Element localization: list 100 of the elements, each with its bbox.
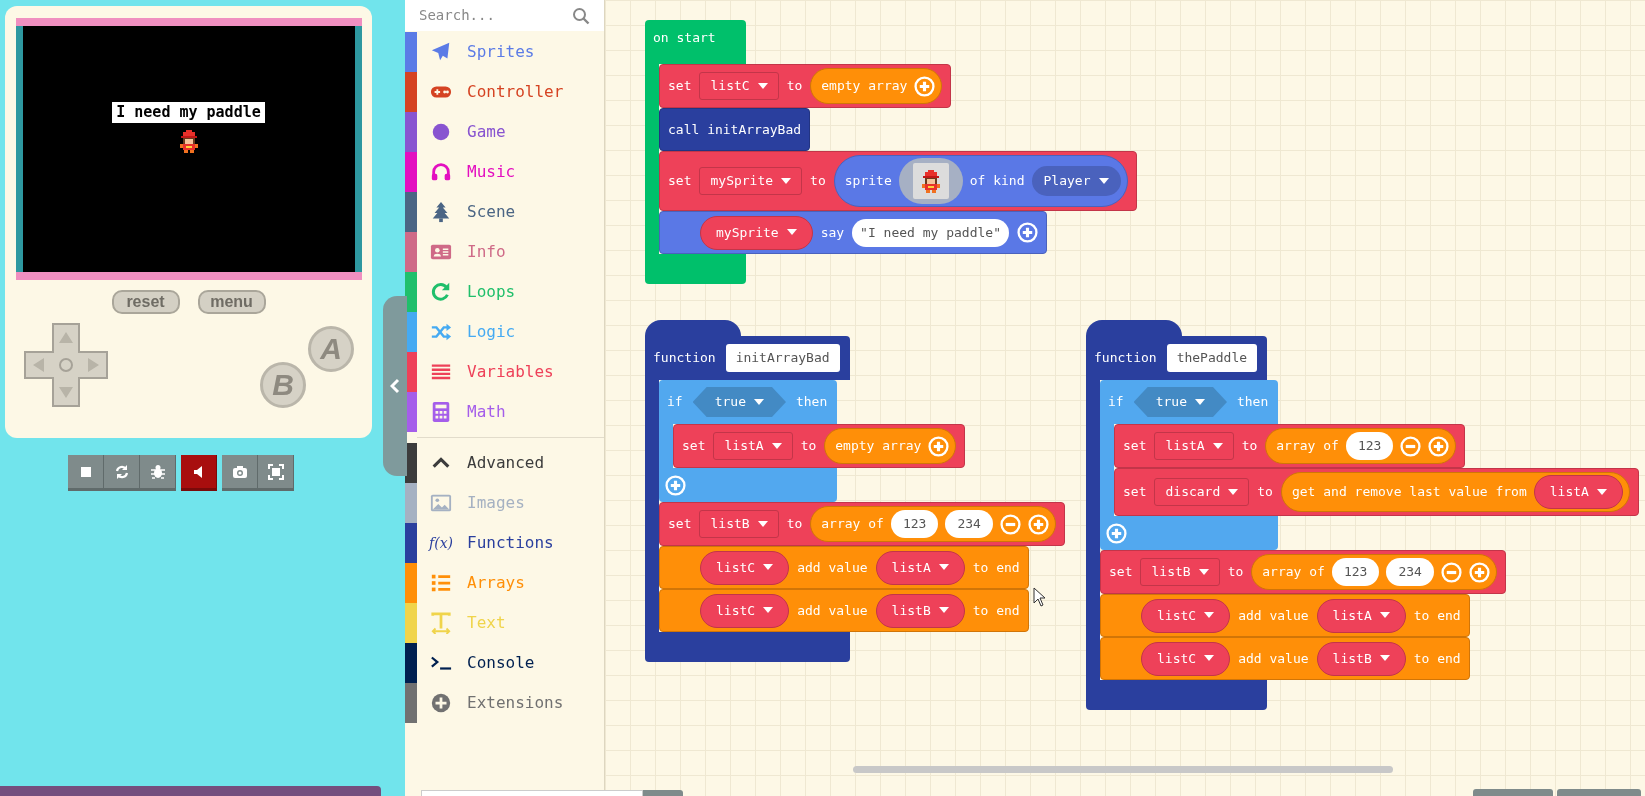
toolbox-category[interactable]: Loops (405, 272, 604, 312)
minus-icon[interactable] (1440, 561, 1462, 583)
variable-dropdown[interactable]: discard (1154, 478, 1250, 506)
a-button[interactable]: A (308, 326, 354, 372)
number-input[interactable]: 123 (1345, 432, 1394, 460)
toolbox-category[interactable]: Arrays (405, 563, 604, 603)
text-input[interactable]: "I need my paddle" (852, 218, 1009, 247)
circular-arrow-icon (430, 281, 452, 303)
toolbox-category[interactable]: Extensions (405, 683, 604, 723)
variable-dropdown[interactable]: listB (699, 510, 779, 538)
function-name-field[interactable]: thePaddle (1166, 344, 1258, 372)
toolbox-category[interactable]: Logic (405, 312, 604, 352)
toolbox-category[interactable]: Game (405, 112, 604, 152)
variable-reporter[interactable]: listC (700, 550, 790, 585)
plus-icon[interactable] (1017, 222, 1038, 243)
category-label: Controller (467, 81, 564, 103)
block-label: empty array (821, 77, 908, 96)
toolbox-category[interactable]: Music (405, 152, 604, 192)
sim-toolbar-button[interactable] (104, 455, 140, 491)
toolbox-category[interactable]: Info (405, 232, 604, 272)
variable-dropdown[interactable]: listC (699, 72, 779, 100)
plus-icon[interactable] (665, 474, 686, 496)
block-label: add value (797, 601, 868, 620)
plus-circle-icon (430, 692, 452, 714)
sim-toolbar-button[interactable] (181, 455, 217, 491)
function-name-field[interactable]: initArrayBad (725, 344, 840, 372)
block-label: array of (1262, 563, 1325, 582)
minus-icon[interactable] (1400, 435, 1422, 457)
minus-icon[interactable] (999, 513, 1021, 535)
collapse-handle[interactable] (383, 296, 407, 476)
kind-dropdown[interactable]: Player (1031, 166, 1121, 196)
calculator-icon (430, 401, 452, 423)
bug-icon (148, 462, 167, 481)
number-input[interactable]: 123 (1331, 558, 1380, 586)
variable-reporter[interactable]: listA (1533, 475, 1623, 509)
toolbox-category[interactable]: Controller (405, 72, 604, 112)
sim-toolbar-button[interactable] (222, 455, 258, 491)
search-field[interactable]: Search... (405, 0, 604, 31)
boolean-dropdown[interactable]: true (1133, 387, 1227, 417)
category-label: Game (467, 121, 506, 143)
variable-dropdown[interactable]: listA (713, 432, 793, 460)
dpad-control[interactable] (23, 322, 111, 410)
block-label: to (786, 77, 803, 96)
variable-dropdown[interactable]: mySprite (699, 167, 803, 195)
sim-toolbar-button[interactable] (258, 455, 294, 491)
plus-icon[interactable] (1106, 522, 1127, 544)
block-label: of kind (969, 172, 1025, 191)
toolbox-category[interactable]: Images (405, 483, 604, 523)
toolbox-category[interactable]: f(x) Functions (405, 523, 604, 563)
sim-button[interactable]: menu (197, 290, 266, 314)
plus-icon[interactable] (928, 435, 950, 457)
block-label: sprite (844, 172, 892, 191)
variable-reporter[interactable]: listB (1316, 641, 1406, 676)
caret-icon (753, 398, 764, 406)
plus-icon[interactable] (1468, 561, 1490, 583)
variable-reporter[interactable]: listC (700, 593, 790, 628)
variable-reporter[interactable]: listC (1141, 598, 1231, 633)
plus-icon[interactable] (1428, 435, 1450, 457)
plus-icon[interactable] (914, 75, 936, 97)
number-input[interactable]: 123 (890, 510, 939, 538)
block-label: then (795, 393, 828, 412)
b-button[interactable]: B (260, 362, 306, 408)
block-label: empty array (835, 437, 922, 456)
variable-dropdown[interactable]: listA (1154, 432, 1234, 460)
sim-toolbar-button[interactable] (140, 455, 176, 491)
search-icon[interactable] (572, 6, 590, 25)
horizontal-scrollbar[interactable] (853, 766, 1393, 773)
toolbox-category[interactable]: Sprites (405, 32, 604, 72)
block-label: set (682, 437, 706, 456)
toolbox-category[interactable]: Math (405, 392, 604, 432)
block-label: to end (1413, 649, 1461, 668)
caret-icon (786, 229, 797, 236)
toolbox-category[interactable]: Advanced (405, 443, 604, 483)
boolean-dropdown[interactable]: true (692, 387, 786, 417)
mouse-pointer-icon (1033, 587, 1047, 607)
variable-dropdown[interactable]: listB (1140, 558, 1220, 586)
sim-button[interactable]: reset (111, 290, 180, 314)
sim-toolbar-button[interactable] (68, 455, 104, 491)
category-label: Variables (467, 361, 554, 383)
plus-icon[interactable] (1027, 513, 1049, 535)
variable-reporter[interactable]: listA (875, 550, 965, 585)
caret-icon (757, 520, 768, 528)
caret-icon (1596, 488, 1607, 496)
variable-reporter[interactable]: listB (875, 593, 965, 628)
category-label: Scene (467, 201, 516, 223)
sprite-picker[interactable] (898, 158, 963, 204)
toolbox-category[interactable]: Variables (405, 352, 604, 392)
block-label: to (1227, 563, 1244, 582)
search-input[interactable]: Search... (419, 5, 559, 26)
caret-icon (1204, 655, 1215, 662)
block-label: set (1109, 563, 1133, 582)
number-input[interactable]: 234 (945, 510, 993, 538)
number-input[interactable]: 234 (1386, 558, 1434, 586)
variable-reporter[interactable]: mySprite (700, 215, 813, 250)
variable-reporter[interactable]: listC (1141, 641, 1231, 676)
toolbox-category[interactable]: Console (405, 643, 604, 683)
numbered-list-icon (430, 572, 452, 594)
variable-reporter[interactable]: listA (1316, 598, 1406, 633)
block-label: add value (1238, 606, 1309, 625)
toolbox-category[interactable]: Scene (405, 192, 604, 232)
